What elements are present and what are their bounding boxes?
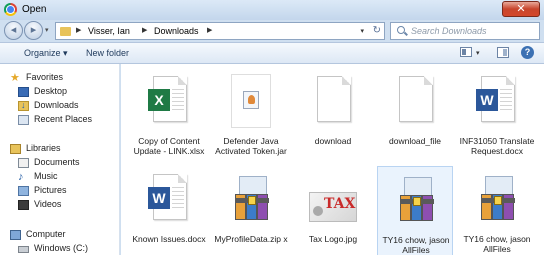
file-tile[interactable]: download_file [377,68,453,163]
music-icon: ♪ [18,171,24,183]
pictures-icon [18,186,29,196]
videos-icon [18,200,29,210]
word-file-icon: W [476,76,517,126]
search-box[interactable]: Search Downloads [390,22,540,40]
window-title: Open [22,4,47,15]
file-name: Tax Logo.jpg [308,234,358,244]
file-tile[interactable]: W INF31050 Translate Request.docx [459,68,535,163]
title-bar: Open ✕ [0,0,544,20]
folder-icon [60,27,71,36]
search-input[interactable]: Search Downloads [411,26,487,36]
breadcrumb-user[interactable]: Visser, Ian [88,26,130,36]
address-dropdown[interactable]: ▾ [360,27,364,35]
file-tile[interactable]: Defender Java Activated Token.jar [213,68,289,163]
address-box[interactable]: ▶ Visser, Ian ▶ Downloads ▶ ▾ ↻ [55,22,385,40]
command-toolbar: Organize ▾ New folder ▾ ? [0,42,544,64]
file-tile[interactable]: TAX Tax Logo.jpg [295,166,371,255]
search-icon [397,26,405,34]
image-thumbnail-icon: TAX [309,174,357,224]
new-folder-button[interactable]: New folder [86,48,129,58]
file-tile[interactable]: download [295,68,371,163]
back-button[interactable]: ◂ [4,21,23,40]
forward-button[interactable]: ▸ [24,21,43,40]
blank-file-icon [313,76,353,126]
file-tile[interactable]: W Known Issues.docx [131,166,207,255]
file-name: INF31050 Translate Request.docx [459,136,535,156]
chevron-right-icon[interactable]: ▶ [207,26,212,34]
star-icon: ★ [10,72,20,84]
file-name: download_file [389,136,441,146]
desktop-icon [18,87,29,97]
file-name: download [314,136,352,146]
chrome-icon [4,3,17,16]
drive-icon [18,246,29,253]
file-tile[interactable]: X Copy of Content Update - LINK.xlsx [131,68,207,163]
refresh-icon[interactable]: ↻ [373,25,381,36]
file-name: Copy of Content Update - LINK.xlsx [133,136,205,156]
view-dropdown[interactable]: ▾ [476,49,480,57]
file-name: TY16 chow, jason AllFiles [463,234,531,254]
breadcrumb-downloads[interactable]: Downloads [154,26,199,36]
zip-archive-icon [396,175,436,225]
zip-archive-icon [477,174,517,224]
downloads-folder-icon [18,100,29,111]
close-button[interactable]: ✕ [502,1,540,17]
organize-button[interactable]: Organize ▾ [24,48,68,59]
excel-file-icon: X [148,76,189,126]
documents-icon [18,158,29,168]
help-button[interactable]: ? [521,46,534,59]
file-name: MyProfileData.zip x [214,234,288,244]
computer-icon [10,230,21,240]
preview-pane-icon[interactable] [497,47,509,58]
word-file-icon: W [148,174,189,224]
chevron-right-icon[interactable]: ▶ [142,26,147,34]
recent-places-icon [18,115,29,125]
file-name: Defender Java Activated Token.jar [215,136,287,156]
file-name: Known Issues.docx [132,234,206,244]
file-name: TY16 chow, jason AllFiles [382,235,450,255]
file-tile[interactable]: TY16 chow, jason AllFiles [459,166,535,255]
libraries-icon [10,144,21,154]
file-tile-selected[interactable]: TY16 chow, jason AllFiles [377,166,453,255]
java-jar-icon [231,74,271,128]
recent-pages-dropdown[interactable]: ▾ [45,26,49,34]
file-list: X Copy of Content Update - LINK.xlsx Def… [121,64,544,255]
navigation-pane: ★ Favorites Desktop Downloads Recent Pla… [0,64,120,255]
zip-archive-icon [231,174,271,224]
file-tile[interactable]: MyProfileData.zip x [213,166,289,255]
address-bar-row: ◂ ▸ ▾ ▶ Visser, Ian ▶ Downloads ▶ ▾ ↻ Se… [0,20,544,42]
chevron-right-icon[interactable]: ▶ [76,26,81,34]
blank-file-icon [395,76,435,126]
change-view-icon[interactable] [460,47,472,57]
